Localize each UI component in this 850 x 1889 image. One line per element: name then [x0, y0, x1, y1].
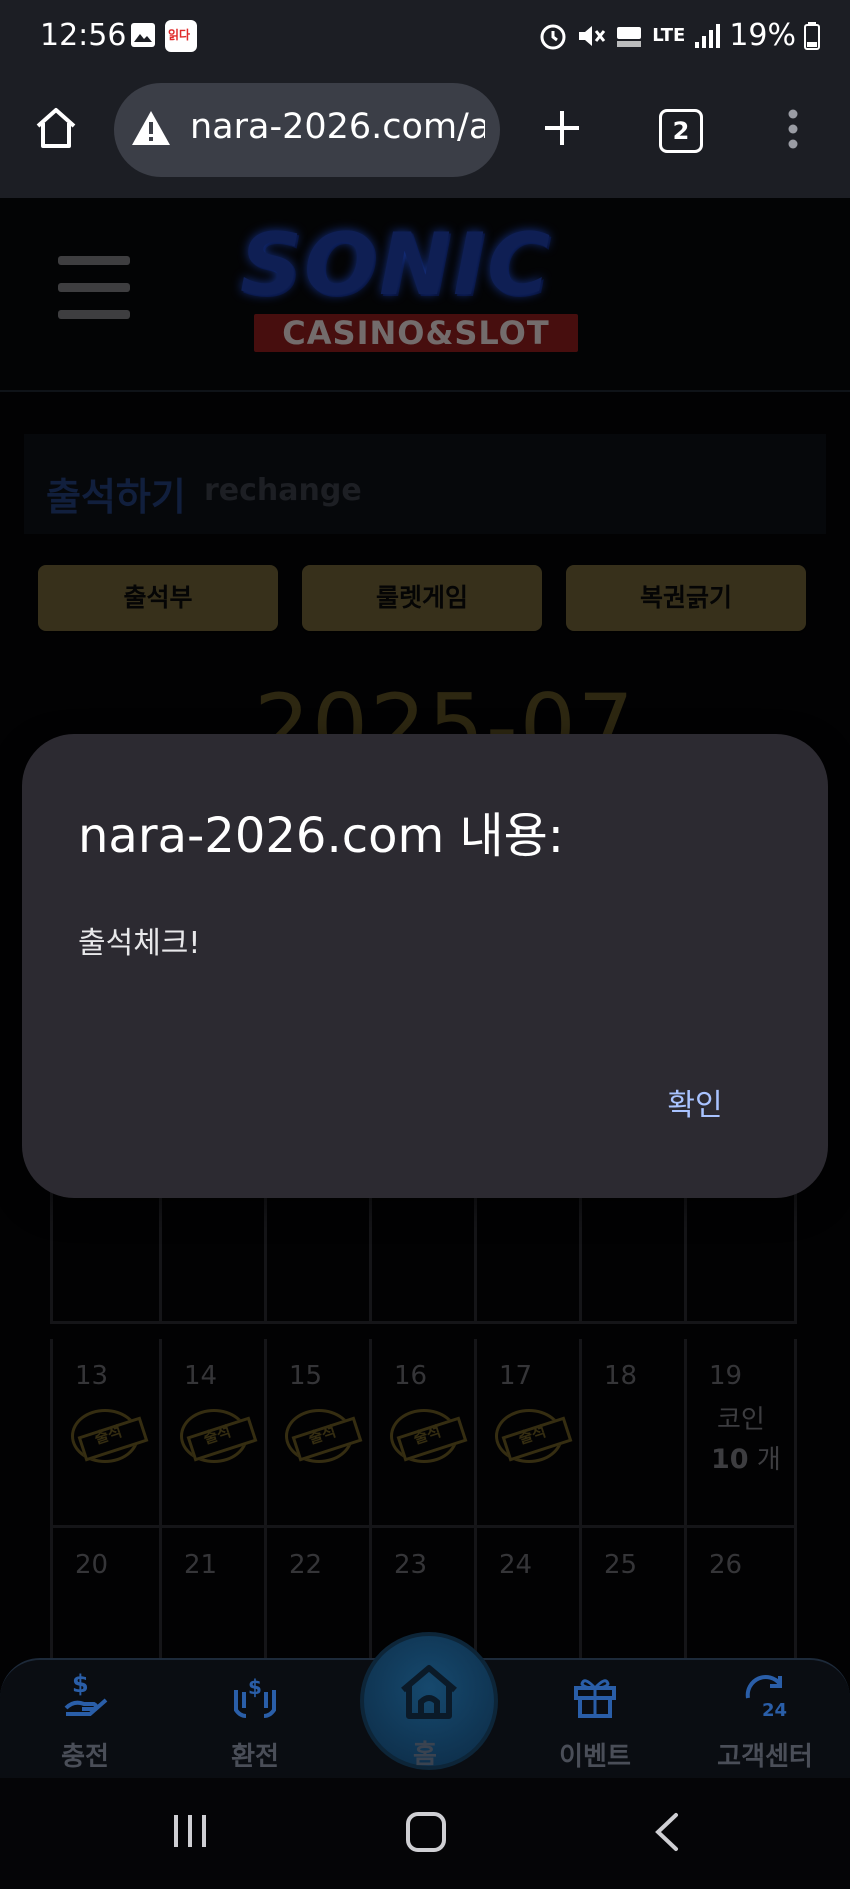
nav-deposit-label: 충전: [61, 1742, 109, 1772]
status-right: LTE 19%: [538, 18, 820, 53]
dialog-title: nara-2026.com 내용:: [78, 808, 564, 864]
signal-icon: [695, 23, 721, 48]
nav-exchange[interactable]: $ 환전: [170, 1664, 340, 1774]
dialog-message: 출석체크!: [78, 926, 201, 961]
nav-deposit[interactable]: $ 충전: [0, 1664, 170, 1774]
warning-icon[interactable]: [130, 108, 172, 148]
svg-text:$: $: [248, 1675, 262, 1699]
battery-percent: 19%: [729, 18, 796, 53]
exchange-icon: $: [234, 1675, 276, 1718]
system-home-icon[interactable]: [405, 1811, 447, 1853]
new-tab-icon[interactable]: [542, 108, 582, 148]
nav-support-label: 고객센터: [717, 1742, 813, 1772]
more-options-icon[interactable]: [786, 108, 800, 150]
svg-text:$: $: [72, 1670, 89, 1698]
recent-apps-icon[interactable]: [170, 1811, 210, 1851]
gift-icon: [574, 1679, 616, 1718]
nav-event-label: 이벤트: [559, 1742, 631, 1772]
network-type: LTE: [652, 25, 686, 46]
url-text[interactable]: nara-2026.com/a: [190, 107, 485, 147]
nav-home-label: 홈: [413, 1740, 437, 1770]
battery-icon: [804, 21, 820, 50]
status-time: 12:56: [40, 18, 127, 53]
gallery-icon: [131, 23, 155, 47]
nav-support[interactable]: 24 고객센터: [680, 1664, 850, 1774]
notification-badge-icon: 읽다: [165, 20, 197, 52]
hd-voice-icon: [617, 26, 642, 47]
home-icon: [401, 1665, 457, 1719]
dialog-ok-button[interactable]: 확인: [640, 1080, 750, 1126]
tab-switcher-button[interactable]: 2: [659, 109, 703, 153]
alarm-icon: [540, 24, 566, 49]
nav-exchange-label: 환전: [231, 1742, 279, 1772]
back-icon[interactable]: [652, 1811, 682, 1853]
support-24-icon: 24: [745, 1675, 787, 1720]
home-icon[interactable]: [34, 106, 78, 150]
svg-text:24: 24: [762, 1700, 787, 1720]
deposit-icon: $: [64, 1670, 108, 1716]
nav-event[interactable]: 이벤트: [510, 1664, 680, 1774]
mute-icon: [579, 25, 606, 46]
